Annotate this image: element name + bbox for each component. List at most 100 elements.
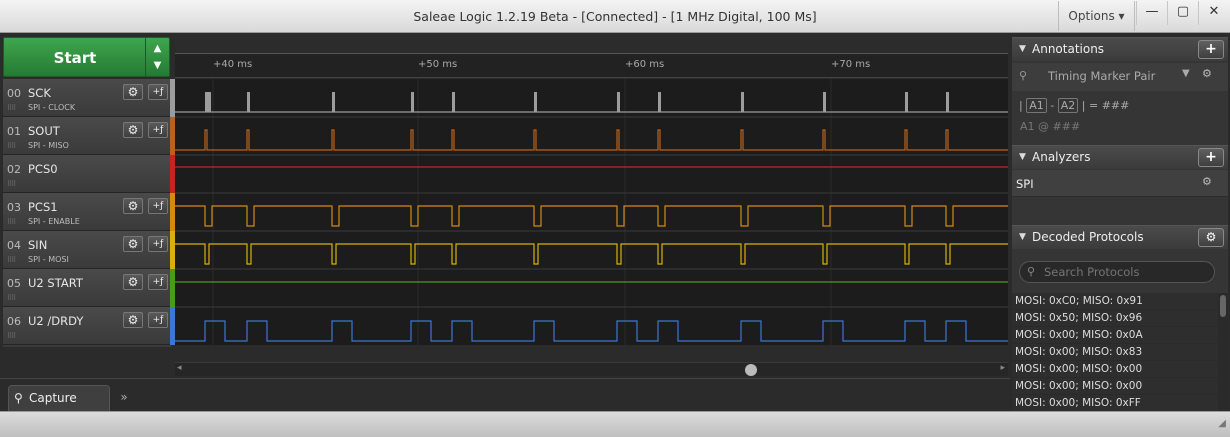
clock-burst	[411, 92, 414, 112]
timeline-overview[interactable]	[175, 37, 1008, 54]
options-menu-button[interactable]: Options ▾	[1058, 1, 1135, 31]
channel-settings-gear-icon[interactable]: ⚙	[123, 274, 143, 290]
add-analyzer-button[interactable]: +	[1198, 148, 1224, 167]
channel-name[interactable]: SOUT	[28, 124, 60, 138]
search-protocols-field[interactable]: ⚲	[1019, 261, 1215, 283]
annotations-header[interactable]: ▼ Annotations +	[1012, 37, 1228, 61]
drag-grip-icon[interactable]: ⠿⠿	[7, 180, 16, 188]
analyzers-title: Analyzers	[1032, 150, 1091, 164]
channel-analyzer-label: SPI - ENABLE	[28, 217, 80, 226]
arrow-up-icon: ▲	[153, 43, 162, 54]
channel-settings-gear-icon[interactable]: ⚙	[123, 236, 143, 252]
clock-burst	[617, 92, 620, 112]
start-button[interactable]: Start ▲ ▼	[3, 37, 170, 77]
decoded-scrollbar[interactable]	[1218, 293, 1228, 411]
channel-row[interactable]: 00 SCK SPI - CLOCK ⠿⠿ ⚙ +ƒ	[3, 79, 171, 117]
ruler-tick: +50 ms	[418, 59, 458, 70]
channel-row[interactable]: 02 PCS0 ⠿⠿	[3, 155, 171, 193]
clock-burst	[946, 92, 949, 112]
more-tabs-button[interactable]: »	[110, 387, 138, 409]
decoded-row[interactable]: MOSI: 0x50; MISO: 0x96	[1012, 310, 1218, 327]
timing-marker-row[interactable]: ⚲ Timing Marker Pair ▼ ⚙	[1012, 63, 1228, 91]
decoded-protocols-header[interactable]: ▼ Decoded Protocols ⚙	[1012, 225, 1228, 249]
channel-row[interactable]: 04 SIN SPI - MOSI ⠿⠿ ⚙ +ƒ	[3, 231, 171, 269]
channel-settings-gear-icon[interactable]: ⚙	[123, 312, 143, 328]
channel-number: 01	[7, 125, 21, 138]
channel-settings-gear-icon[interactable]: ⚙	[123, 122, 143, 138]
scroll-right-icon[interactable]: ▸	[1000, 363, 1005, 373]
channel-row[interactable]: 01 SOUT SPI - MISO ⠿⠿ ⚙ +ƒ	[3, 117, 171, 155]
clock-burst	[247, 92, 250, 112]
tab-capture[interactable]: ⚲ Capture	[8, 385, 110, 411]
channel-analyzer-label: SPI - MOSI	[28, 255, 69, 264]
channel-name[interactable]: U2 START	[28, 276, 83, 290]
drag-grip-icon[interactable]: ⠿⠿	[7, 256, 16, 264]
drag-grip-icon[interactable]: ⠿⠿	[7, 142, 16, 150]
analyzers-header[interactable]: ▼ Analyzers +	[1012, 145, 1228, 169]
trigger-icon[interactable]: +ƒ	[148, 198, 168, 214]
arrow-down-icon: ▼	[153, 60, 162, 71]
drag-grip-icon[interactable]: ⠿⠿	[7, 218, 16, 226]
decoded-scroll-thumb[interactable]	[1220, 295, 1226, 317]
decoded-row[interactable]: MOSI: 0x00; MISO: 0x83	[1012, 344, 1218, 361]
collapse-triangle-icon[interactable]: ▼	[1019, 38, 1026, 60]
decoded-row[interactable]: MOSI: 0x00; MISO: 0x00	[1012, 378, 1218, 395]
start-label: Start	[53, 49, 97, 67]
minimize-button[interactable]: —	[1136, 1, 1167, 25]
collapse-triangle-icon[interactable]: ▼	[1019, 146, 1026, 168]
drag-grip-icon[interactable]: ⠿⠿	[7, 104, 16, 112]
channel-row[interactable]: 05 U2 START ⠿⠿ ⚙ +ƒ	[3, 269, 171, 307]
decoded-settings-gear-icon[interactable]: ⚙	[1198, 228, 1224, 247]
marker-settings-gear-icon[interactable]: ⚙	[1202, 67, 1212, 80]
channel-number: 05	[7, 277, 21, 290]
start-options-arrows[interactable]: ▲ ▼	[145, 38, 169, 76]
channel-name[interactable]: SIN	[28, 238, 47, 252]
channel-list: 00 SCK SPI - CLOCK ⠿⠿ ⚙ +ƒ 01 SOUT SPI -…	[3, 79, 171, 347]
ruler-tick: +40 ms	[213, 59, 253, 70]
channel-settings-gear-icon[interactable]: ⚙	[123, 198, 143, 214]
channel-number: 00	[7, 87, 21, 100]
trigger-icon[interactable]: +ƒ	[148, 312, 168, 328]
marker-a2-chip[interactable]: A2	[1057, 98, 1079, 113]
trigger-icon[interactable]: +ƒ	[148, 274, 168, 290]
channel-settings-gear-icon[interactable]: ⚙	[123, 84, 143, 100]
decoded-row[interactable]: MOSI: 0x00; MISO: 0xFF	[1012, 395, 1218, 411]
channel-row[interactable]: 06 U2 /DRDY ⠿⠿ ⚙ +ƒ	[3, 307, 171, 345]
trigger-icon[interactable]: +ƒ	[148, 84, 168, 100]
drag-grip-icon[interactable]: ⠿⠿	[7, 332, 16, 340]
waveform-area[interactable]	[175, 79, 1008, 345]
analyzer-name: SPI	[1016, 177, 1034, 191]
horizontal-scrollbar[interactable]: ◂ ▸	[175, 362, 1008, 376]
title-bar: Saleae Logic 1.2.19 Beta - [Connected] -…	[0, 0, 1230, 33]
search-input[interactable]	[1044, 263, 1210, 281]
add-annotation-button[interactable]: +	[1198, 40, 1224, 59]
decoded-row[interactable]: MOSI: 0xC0; MISO: 0x91	[1012, 293, 1218, 310]
maximize-button[interactable]: ▢	[1167, 1, 1198, 25]
decoded-row[interactable]: MOSI: 0x00; MISO: 0x0A	[1012, 327, 1218, 344]
channel-name[interactable]: SCK	[28, 86, 51, 100]
time-ruler[interactable]: +40 ms +50 ms +60 ms +70 ms	[175, 54, 1008, 78]
close-button[interactable]: ✕	[1198, 1, 1229, 25]
pcs1-trace	[175, 205, 1008, 227]
channel-name[interactable]: PCS0	[28, 162, 58, 176]
trigger-icon[interactable]: +ƒ	[148, 236, 168, 252]
channel-name[interactable]: PCS1	[28, 200, 58, 214]
scroll-left-icon[interactable]: ◂	[177, 363, 182, 373]
drag-grip-icon[interactable]: ⠿⠿	[7, 294, 16, 302]
decoded-row[interactable]: MOSI: 0x00; MISO: 0x00	[1012, 361, 1218, 378]
channel-analyzer-label: SPI - MISO	[28, 141, 69, 150]
scroll-thumb[interactable]	[745, 364, 757, 376]
channel-row[interactable]: 03 PCS1 SPI - ENABLE ⠿⠿ ⚙ +ƒ	[3, 193, 171, 231]
marker-pin-icon: ⚲	[1019, 69, 1028, 82]
resize-grip-icon[interactable]: ◢	[1218, 418, 1226, 429]
collapse-triangle-icon[interactable]: ▼	[1019, 226, 1026, 248]
clock-burst	[452, 92, 455, 112]
analyzer-settings-gear-icon[interactable]: ⚙	[1202, 175, 1212, 188]
analyzer-item[interactable]: SPI ⚙	[1012, 170, 1228, 197]
trigger-icon[interactable]: +ƒ	[148, 122, 168, 138]
channel-name[interactable]: U2 /DRDY	[28, 314, 83, 328]
channel-number: 06	[7, 315, 21, 328]
marker-dropdown-icon[interactable]: ▼	[1182, 68, 1190, 79]
clock-burst	[658, 92, 661, 112]
marker-a1-chip[interactable]: A1	[1026, 98, 1047, 113]
